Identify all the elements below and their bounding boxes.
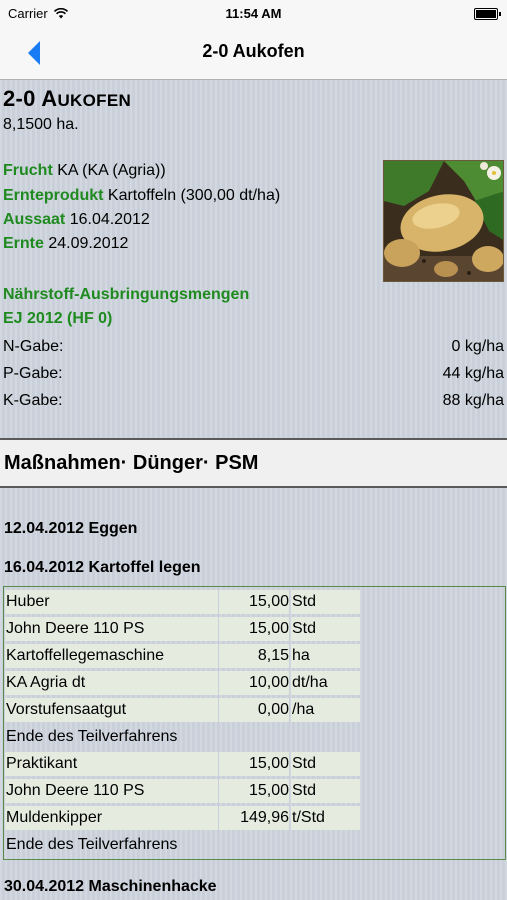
harvest-product-row: Ernteprodukt Kartoffeln (300,00 dt/ha) [3, 187, 280, 205]
nutrient-row-p: P-Gabe: 44 kg/ha [3, 365, 504, 383]
op-unit: /ha [291, 698, 360, 722]
op-amount: 149,96 [219, 806, 289, 830]
event-title-machine-hoeing[interactable]: 30.04.2012 Maschinenhacke [4, 878, 217, 896]
op-amount: 15,00 [219, 590, 289, 614]
sowing-label: Aussaat [3, 211, 66, 228]
nutrient-value: 0 kg/ha [451, 338, 504, 355]
field-title-rest: UKOFEN [57, 91, 132, 110]
op-amount: 0,00 [219, 698, 289, 722]
field-title-prefix: 2-0 A [3, 86, 58, 111]
crop-label: Frucht [3, 162, 53, 179]
op-unit: Std [291, 752, 360, 776]
harvest-product-value: Kartoffeln (300,00 dt/ha) [103, 187, 281, 204]
sowing-row: Aussaat 16.04.2012 [3, 211, 150, 229]
op-name: KA Agria dt [5, 671, 218, 695]
op-unit: ha [291, 644, 360, 668]
op-name: Ende des Teilverfahrens [6, 728, 178, 745]
op-unit: t/Std [291, 806, 360, 830]
status-bar: Carrier 11:54 AM [0, 0, 507, 26]
event-title-potato-planting[interactable]: 16.04.2012 Kartoffel legen [4, 559, 201, 577]
nutrient-row-k: K-Gabe: 88 kg/ha [3, 392, 504, 410]
harvest-date-value: 24.09.2012 [43, 235, 129, 252]
op-unit: dt/ha [291, 671, 360, 695]
nav-title: 2-0 Aukofen [202, 41, 305, 61]
op-amount: 15,00 [219, 752, 289, 776]
op-unit: Std [291, 590, 360, 614]
op-name: John Deere 110 PS [5, 779, 218, 803]
event-title-harrowing[interactable]: 12.04.2012 Eggen [4, 520, 137, 538]
harvest-product-label: Ernteprodukt [3, 187, 104, 204]
navigation-bar: 2-0 Aukofen [0, 26, 507, 80]
nutrient-value: 44 kg/ha [442, 365, 504, 382]
op-amount: 8,15 [219, 644, 289, 668]
nutrient-subheading: EJ 2012 (HF 0) [3, 310, 113, 327]
op-amount: 15,00 [219, 779, 289, 803]
op-unit: Std [291, 779, 360, 803]
section-title: Maßnahmen· Dünger· PSM [4, 452, 259, 474]
op-name: Huber [5, 590, 218, 614]
operations-table: Huber 15,00 Std John Deere 110 PS 15,00 … [3, 586, 506, 860]
field-detail-content[interactable]: 2-0 AUKOFEN 8,1500 ha. Frucht KA (KA (Ag… [0, 80, 507, 900]
sowing-value: 16.04.2012 [65, 211, 150, 228]
battery-icon [474, 8, 501, 20]
field-title: 2-0 AUKOFEN [3, 86, 131, 112]
op-name: Kartoffellegemaschine [5, 644, 218, 668]
status-time: 11:54 AM [225, 6, 282, 21]
nutrient-label: N-Gabe: [3, 338, 64, 355]
op-name: Praktikant [5, 752, 218, 776]
nutrient-label: K-Gabe: [3, 392, 63, 409]
op-name: Muldenkipper [5, 806, 218, 830]
op-name: Ende des Teilverfahrens [6, 836, 178, 853]
harvest-date-row: Ernte 24.09.2012 [3, 235, 128, 253]
crop-value: KA (KA (Agria)) [52, 162, 166, 179]
nutrient-row-n: N-Gabe: 0 kg/ha [3, 338, 504, 356]
op-unit: Std [291, 617, 360, 641]
op-amount: 15,00 [219, 617, 289, 641]
potato-photo-graphic [384, 161, 503, 281]
nutrient-heading: Nährstoff-Ausbringungsmengen [3, 286, 250, 303]
nutrient-value: 88 kg/ha [442, 392, 504, 409]
field-area: 8,1500 ha. [3, 116, 79, 133]
op-name: John Deere 110 PS [5, 617, 218, 641]
section-header-measures: Maßnahmen· Dünger· PSM [0, 438, 507, 488]
crop-row: Frucht KA (KA (Agria)) [3, 162, 166, 180]
nutrient-label: P-Gabe: [3, 365, 63, 382]
op-name: Vorstufensaatgut [5, 698, 218, 722]
op-amount: 10,00 [219, 671, 289, 695]
harvest-date-label: Ernte [3, 235, 44, 252]
potato-image [383, 160, 504, 282]
